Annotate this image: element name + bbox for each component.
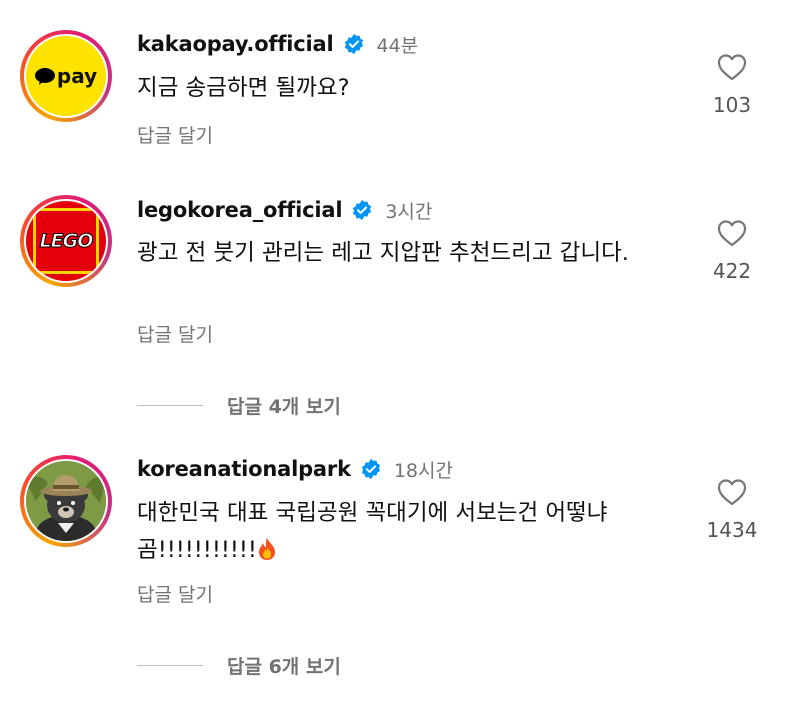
heart-icon[interactable]: [717, 53, 747, 81]
comment-timestamp: 18시간: [393, 459, 453, 482]
kakaopay-logo-text: pay: [56, 64, 98, 88]
like-count: 103: [712, 93, 752, 117]
comment-timestamp: 3시간: [385, 200, 433, 223]
fire-emoji-icon: [258, 538, 275, 560]
verified-badge-icon: [344, 33, 363, 55]
heart-icon[interactable]: [717, 219, 747, 247]
like-count: 1434: [706, 518, 758, 542]
view-replies-button[interactable]: 답글 4개 보기: [137, 392, 341, 419]
avatar[interactable]: LEGO: [20, 195, 112, 287]
view-replies-label: 답글 4개 보기: [227, 396, 341, 418]
comment-timestamp: 44분: [376, 34, 419, 57]
lego-logo-icon: LEGO: [33, 208, 99, 274]
kakaopay-logo-icon: pay: [34, 64, 98, 88]
verified-badge-icon: [361, 458, 380, 480]
comment-text-body: 대한민국 대표 국립공원 꼭대기에 서보는건 어떻냐곰!!!!!!!!!!!: [137, 500, 608, 563]
like-count: 422: [712, 259, 752, 283]
reply-button[interactable]: 답글 달기: [137, 121, 213, 148]
comment-text: 지금 송금하면 될까요?: [137, 75, 350, 101]
heart-icon[interactable]: [717, 478, 747, 506]
divider: [137, 665, 203, 666]
username[interactable]: koreanationalpark: [137, 457, 351, 481]
bear-ranger-icon: [26, 461, 106, 541]
reply-button[interactable]: 답글 달기: [137, 320, 213, 347]
username[interactable]: kakaopay.official: [137, 32, 334, 56]
lego-logo-text: LEGO: [39, 230, 94, 253]
avatar[interactable]: [20, 455, 112, 547]
username[interactable]: legokorea_official: [137, 198, 343, 222]
view-replies-label: 답글 6개 보기: [227, 656, 341, 678]
divider: [137, 405, 203, 406]
verified-badge-icon: [353, 199, 372, 221]
comment-text: 대한민국 대표 국립공원 꼭대기에 서보는건 어떻냐곰!!!!!!!!!!!: [137, 495, 667, 569]
comment-text: 광고 전 붓기 관리는 레고 지압판 추천드리고 갑니다.: [137, 240, 629, 266]
view-replies-button[interactable]: 답글 6개 보기: [137, 652, 341, 679]
reply-button[interactable]: 답글 달기: [137, 580, 213, 607]
avatar[interactable]: pay: [20, 30, 112, 122]
